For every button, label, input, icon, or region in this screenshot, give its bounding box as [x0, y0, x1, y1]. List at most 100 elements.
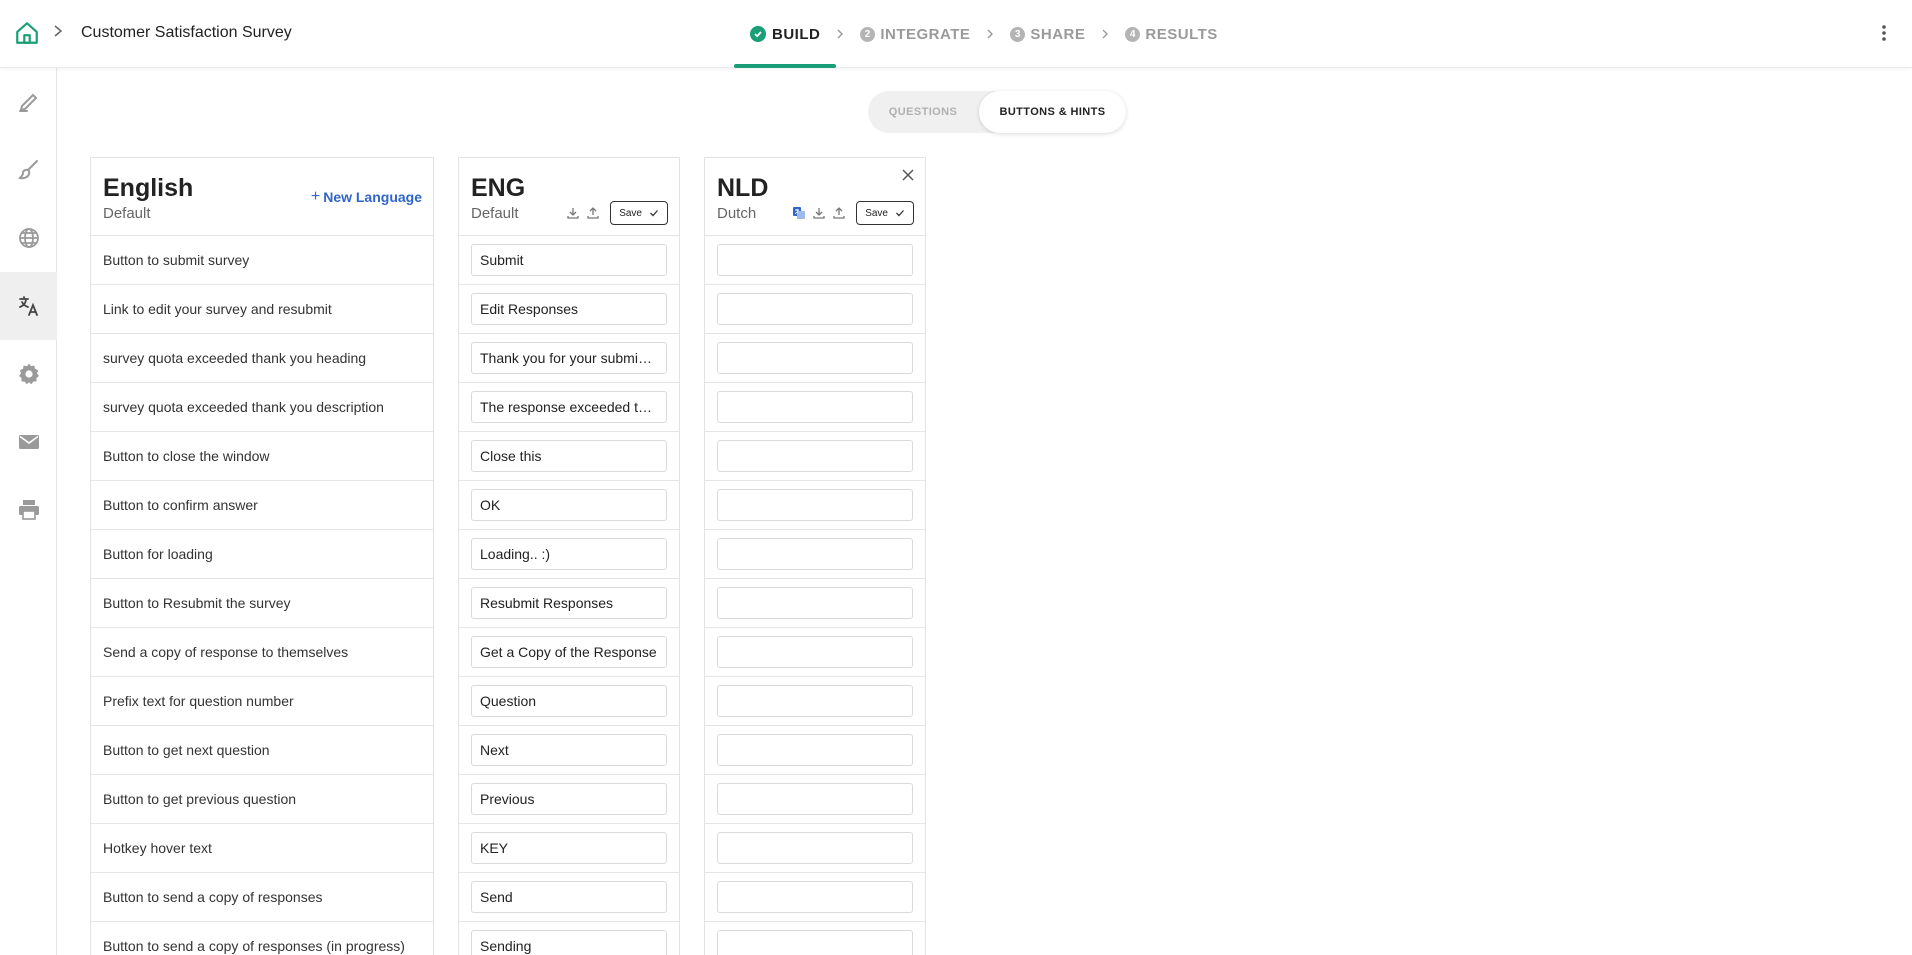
home-icon[interactable] [14, 20, 40, 46]
table-row [705, 922, 925, 955]
column-tools: Save [792, 201, 914, 225]
nld-text-input[interactable] [717, 734, 913, 766]
table-row [705, 579, 925, 628]
globe-icon [18, 228, 39, 248]
step-integrate[interactable]: 2 INTEGRATE [858, 0, 972, 68]
close-icon[interactable] [901, 168, 915, 182]
eng-text-input[interactable] [471, 440, 667, 472]
mail-icon [18, 435, 39, 449]
table-row [459, 824, 679, 873]
table-row: survey quota exceeded thank you heading [91, 334, 433, 383]
download-icon[interactable] [566, 206, 580, 220]
hint-label: Button to get previous question [103, 791, 297, 807]
hint-label: Button to send a copy of responses [103, 889, 323, 905]
sidebar-item-design[interactable] [0, 136, 57, 204]
table-row [705, 824, 925, 873]
sidebar-item-email[interactable] [0, 408, 57, 476]
column-header: English Default + New Language [91, 158, 433, 236]
pen-icon [18, 93, 37, 112]
new-language-link[interactable]: + New Language [311, 188, 422, 206]
sidebar-item-edit[interactable] [0, 68, 57, 136]
nld-text-input[interactable] [717, 587, 913, 619]
eng-text-input[interactable] [471, 293, 667, 325]
step-label: BUILD [772, 25, 821, 43]
eng-text-input[interactable] [471, 881, 667, 913]
eng-text-input[interactable] [471, 832, 667, 864]
step-nav: BUILD 2 INTEGRATE 3 SHARE 4 RESULTS [733, 0, 1220, 68]
upload-icon[interactable] [832, 206, 846, 220]
nld-text-input[interactable] [717, 342, 913, 374]
eng-text-input[interactable] [471, 636, 667, 668]
hint-label: Button to confirm answer [103, 497, 258, 513]
table-row [705, 677, 925, 726]
step-share[interactable]: 3 SHARE [1008, 0, 1087, 68]
sidebar-item-web[interactable] [0, 204, 57, 272]
hint-label: Prefix text for question number [103, 693, 294, 709]
table-row [459, 481, 679, 530]
save-button[interactable]: Save [856, 201, 914, 225]
save-label: Save [865, 207, 888, 219]
nld-text-input[interactable] [717, 440, 913, 472]
table-row [705, 383, 925, 432]
nld-text-input[interactable] [717, 930, 913, 955]
table-row [459, 775, 679, 824]
hint-label: Button to Resubmit the survey [103, 595, 291, 611]
nld-text-input[interactable] [717, 391, 913, 423]
column-eng: ENG Default Save [458, 157, 680, 955]
step-build[interactable]: BUILD [733, 0, 837, 68]
upload-icon[interactable] [586, 206, 600, 220]
table-row: Prefix text for question number [91, 677, 433, 726]
more-options-icon[interactable] [1876, 22, 1892, 44]
nld-text-input[interactable] [717, 881, 913, 913]
column-subtitle: Default [471, 205, 519, 222]
hint-label: Button to close the window [103, 448, 270, 464]
nld-text-input[interactable] [717, 832, 913, 864]
table-row [459, 726, 679, 775]
plus-icon: + [310, 188, 321, 205]
eng-text-input[interactable] [471, 489, 667, 521]
hint-label: survey quota exceeded thank you descript… [103, 399, 384, 415]
nld-text-input[interactable] [717, 636, 913, 668]
sidebar-item-translate[interactable] [0, 272, 57, 340]
nld-text-input[interactable] [717, 293, 913, 325]
nld-text-input[interactable] [717, 783, 913, 815]
table-row: Send a copy of response to themselves [91, 628, 433, 677]
table-row [705, 628, 925, 677]
download-icon[interactable] [812, 206, 826, 220]
eng-text-input[interactable] [471, 930, 667, 955]
table-row: Button to close the window [91, 432, 433, 481]
eng-text-input[interactable] [471, 342, 667, 374]
table-row [459, 383, 679, 432]
column-title: English [103, 174, 194, 202]
auto-translate-icon[interactable] [792, 206, 806, 220]
eng-text-input[interactable] [471, 538, 667, 570]
step-results[interactable]: 4 RESULTS [1123, 0, 1219, 68]
toggle-buttons-hints[interactable]: BUTTONS & HINTS [979, 91, 1126, 133]
column-header: NLD Dutch Save [705, 158, 925, 236]
table-row [705, 285, 925, 334]
save-button[interactable]: Save [610, 201, 668, 225]
table-row [459, 285, 679, 334]
eng-text-input[interactable] [471, 244, 667, 276]
eng-text-input[interactable] [471, 734, 667, 766]
sidebar-item-print[interactable] [0, 476, 57, 544]
table-row [459, 334, 679, 383]
sidebar-item-settings[interactable] [0, 340, 57, 408]
toggle-questions[interactable]: QUESTIONS [868, 91, 978, 133]
nld-text-input[interactable] [717, 489, 913, 521]
chevron-right-icon [987, 29, 994, 39]
eng-text-input[interactable] [471, 391, 667, 423]
eng-text-input[interactable] [471, 685, 667, 717]
nld-text-input[interactable] [717, 685, 913, 717]
table-row [459, 530, 679, 579]
hint-label: Link to edit your survey and resubmit [103, 301, 332, 317]
print-icon [18, 500, 39, 520]
eng-text-input[interactable] [471, 587, 667, 619]
nld-text-input[interactable] [717, 538, 913, 570]
eng-text-input[interactable] [471, 783, 667, 815]
table-row: Button to submit survey [91, 236, 433, 285]
gear-icon [18, 363, 39, 385]
table-row [459, 873, 679, 922]
nld-text-input[interactable] [717, 244, 913, 276]
table-row: Button to get next question [91, 726, 433, 775]
